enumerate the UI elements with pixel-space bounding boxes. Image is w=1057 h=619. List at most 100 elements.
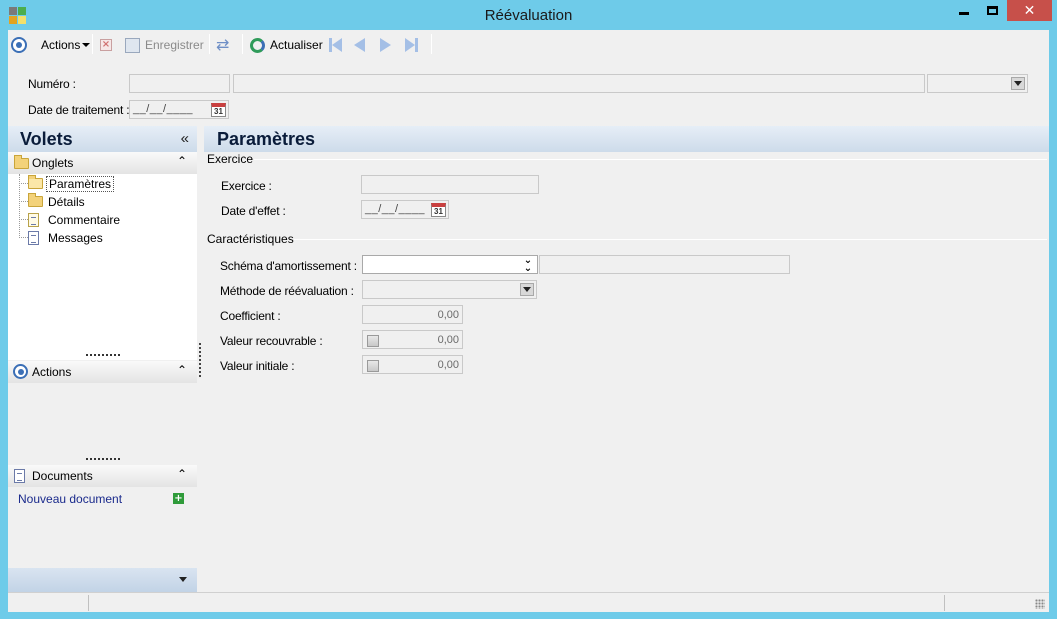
tree-item-messages[interactable]: Messages <box>28 229 105 246</box>
chevron-down-icon <box>82 43 91 47</box>
last-record-button[interactable] <box>405 36 418 54</box>
new-document-link[interactable]: Nouveau document <box>18 492 122 506</box>
status-cell <box>944 595 1049 611</box>
refresh-button[interactable]: Actualiser <box>250 36 323 54</box>
next-record-button[interactable] <box>380 36 391 54</box>
date-mask: __/__/____ <box>133 103 194 115</box>
tree-item-label: Messages <box>48 230 103 245</box>
numero-description-field[interactable] <box>233 74 925 93</box>
tree-item-details[interactable]: Détails <box>28 193 87 210</box>
chevron-up-icon[interactable]: ⌃ <box>177 154 187 168</box>
minimize-button[interactable] <box>949 0 978 21</box>
onglets-section-header[interactable]: Onglets ⌃ <box>8 152 197 174</box>
tree-item-label: Détails <box>48 194 85 209</box>
chevron-up-icon[interactable]: ⌃ <box>177 363 187 377</box>
section-resize-grip[interactable] <box>86 458 120 461</box>
actions-section-title: Actions <box>32 365 72 379</box>
actions-label: Actions <box>41 38 81 52</box>
actions-menu-button[interactable]: Actions <box>11 36 91 54</box>
valeur-initiale-label: Valeur initiale : <box>220 359 295 373</box>
valeur-initiale-field[interactable]: 0,00 <box>362 355 463 374</box>
folder-icon <box>14 155 29 169</box>
delete-button[interactable]: × <box>100 36 117 54</box>
actions-icon <box>11 37 27 53</box>
volets-footer[interactable] <box>8 568 197 592</box>
toolbar: Actions × Enregistrer ⇄ Actualiser <box>8 30 1049 59</box>
folder-icon <box>28 193 43 207</box>
previous-record-button[interactable] <box>354 36 365 54</box>
section-resize-grip[interactable] <box>86 354 120 357</box>
onglets-tree: Paramètres Détails Commentaire Messages <box>8 174 197 360</box>
valeur-recouvrable-label: Valeur recouvrable : <box>220 334 323 348</box>
document-icon <box>14 469 25 483</box>
status-cell <box>8 595 88 611</box>
next-icon <box>380 38 391 52</box>
date-effet-field[interactable]: __/__/____ 31 <box>361 200 449 219</box>
documents-section-body: Nouveau document + <box>8 487 197 568</box>
previous-icon <box>354 38 365 52</box>
numero-prefix-field[interactable] <box>129 74 230 93</box>
close-button[interactable]: ✕ <box>1007 0 1052 21</box>
window-title: Réévaluation <box>484 7 573 24</box>
documents-section-header[interactable]: Documents ⌃ <box>8 465 197 487</box>
coefficient-field[interactable]: 0,00 <box>362 305 463 324</box>
tree-item-parametres[interactable]: Paramètres <box>28 175 115 192</box>
chevron-down-icon <box>1011 77 1025 90</box>
collapse-panel-icon[interactable]: « <box>181 130 189 147</box>
calendar-icon[interactable]: 31 <box>431 203 446 217</box>
application-window: Réévaluation ✕ Actions × Enregistrer ⇄ A… <box>0 0 1057 619</box>
main-header: Paramètres <box>204 126 1049 152</box>
valeur-initiale-checkbox[interactable] <box>367 360 379 372</box>
exercice-label: Exercice : <box>221 179 272 193</box>
save-icon <box>125 37 140 53</box>
documents-title: Documents <box>32 469 93 483</box>
actions-icon <box>13 364 28 379</box>
title-bar[interactable]: Réévaluation ✕ <box>0 0 1057 30</box>
date-mask: __/__/____ <box>365 203 426 215</box>
volets-header: Volets « <box>8 126 197 152</box>
date-effet-label: Date d'effet : <box>221 204 286 218</box>
exercice-field[interactable] <box>361 175 539 194</box>
coefficient-label: Coefficient : <box>220 309 281 323</box>
resize-grip-icon[interactable] <box>1035 599 1045 609</box>
double-chevron-down-icon: ⌄ ⌄ <box>521 255 535 273</box>
actions-section-header[interactable]: Actions ⌃ <box>8 361 197 383</box>
client-area: Actions × Enregistrer ⇄ Actualiser Numér… <box>8 30 1049 612</box>
toolbar-separator <box>242 34 243 54</box>
sync-arrows-icon: ⇄ <box>216 35 230 54</box>
numero-dropdown[interactable] <box>927 74 1028 93</box>
save-button[interactable]: Enregistrer <box>125 36 204 54</box>
chevron-down-icon[interactable] <box>179 577 187 582</box>
toolbar-separator <box>431 34 432 54</box>
schema-amortissement-dropdown[interactable]: ⌄ ⌄ <box>362 255 538 274</box>
date-traitement-label: Date de traitement : <box>28 103 130 117</box>
schema-amortissement-label: Schéma d'amortissement : <box>220 259 357 273</box>
caracteristiques-group-title: Caractéristiques <box>207 232 294 246</box>
numero-label: Numéro : <box>28 77 76 91</box>
minimize-icon <box>958 12 969 15</box>
methode-reevaluation-dropdown[interactable] <box>362 280 537 299</box>
valeur-recouvrable-field[interactable]: 0,00 <box>362 330 463 349</box>
tree-item-label: Paramètres <box>46 175 115 192</box>
status-bar <box>8 592 1049 612</box>
status-cell <box>88 595 944 611</box>
main-panel: Paramètres Exercice Exercice : Date d'ef… <box>204 126 1049 592</box>
save-label: Enregistrer <box>145 38 204 52</box>
toolbar-separator <box>92 34 93 54</box>
calendar-icon[interactable]: 31 <box>211 103 226 117</box>
last-icon <box>405 38 415 52</box>
tree-item-commentaire[interactable]: Commentaire <box>28 211 122 228</box>
first-record-button[interactable] <box>329 36 342 54</box>
page-title: Paramètres <box>217 129 316 149</box>
maximize-button[interactable] <box>979 0 1006 21</box>
date-traitement-field[interactable]: __/__/____ 31 <box>129 100 229 119</box>
close-icon: ✕ <box>1023 2 1036 19</box>
valeur-recouvrable-checkbox[interactable] <box>367 335 379 347</box>
delete-icon: × <box>100 39 112 51</box>
chevron-up-icon[interactable]: ⌃ <box>177 467 187 481</box>
toolbar-separator <box>209 34 210 54</box>
add-document-icon[interactable]: + <box>173 493 184 504</box>
panel-splitter[interactable] <box>199 343 201 377</box>
open-folder-icon <box>28 175 43 189</box>
sync-button[interactable]: ⇄ <box>216 36 237 54</box>
